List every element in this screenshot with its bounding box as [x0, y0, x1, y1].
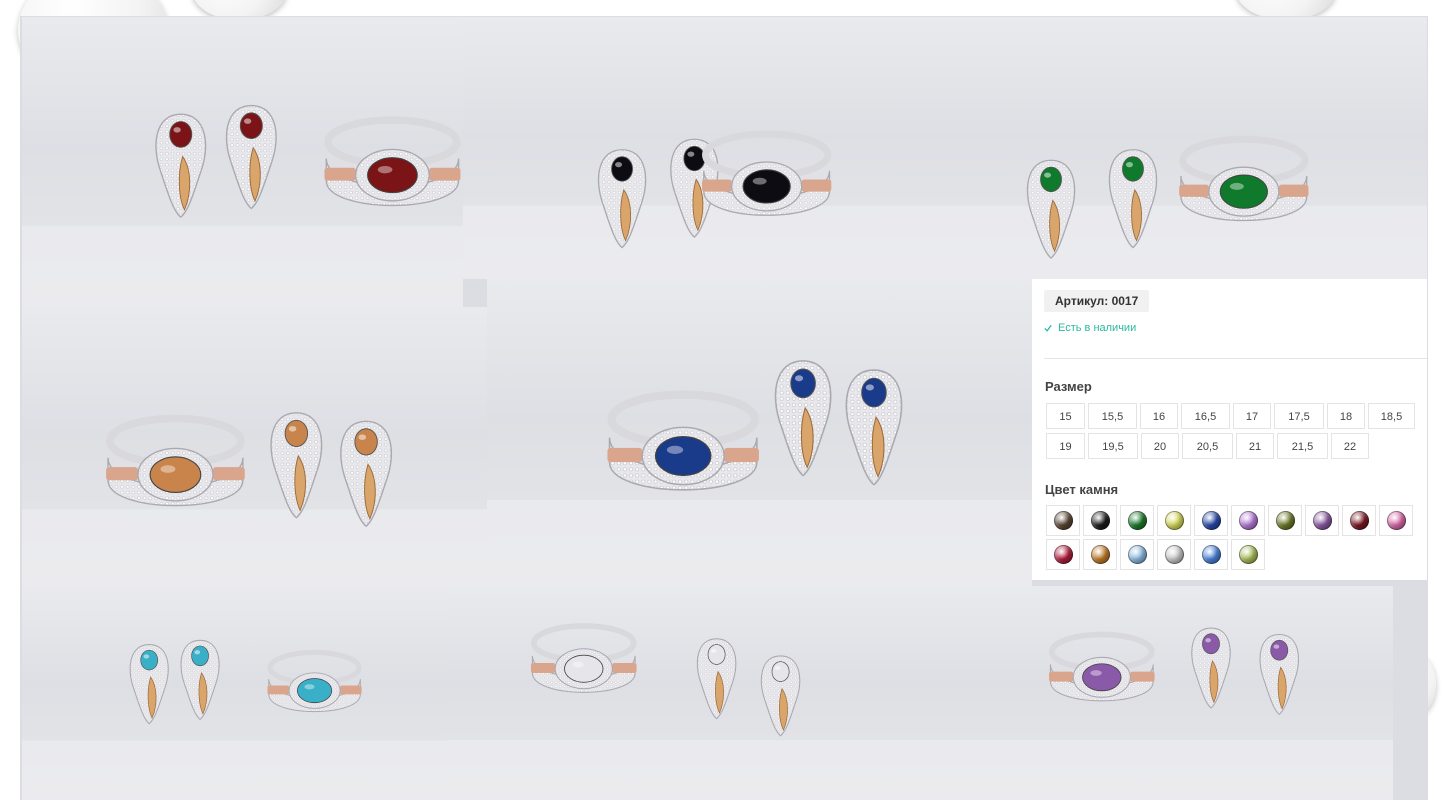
- earring: [225, 104, 277, 210]
- stock-label: Есть в наличии: [1058, 322, 1137, 334]
- ring: [267, 649, 362, 713]
- gem-icon: [1090, 545, 1110, 564]
- stone-color-swatch[interactable]: [1083, 505, 1117, 536]
- gem-icon: [1053, 545, 1073, 564]
- photo-emerald-set: [945, 17, 1427, 279]
- size-option[interactable]: 21,5: [1277, 433, 1328, 459]
- stone-color-swatch[interactable]: [1194, 505, 1228, 536]
- jewelry-illustration: [22, 639, 446, 800]
- gem-icon: [1238, 545, 1258, 564]
- size-option[interactable]: 20,5: [1182, 433, 1233, 459]
- earring: [129, 644, 169, 725]
- ring: [530, 623, 637, 693]
- size-option[interactable]: 15,5: [1088, 403, 1137, 429]
- earring: [155, 113, 207, 218]
- divider: [1044, 358, 1427, 359]
- stone-color-swatch[interactable]: [1157, 539, 1191, 570]
- size-option[interactable]: 17: [1233, 403, 1271, 429]
- gem-icon: [1127, 545, 1147, 564]
- size-option[interactable]: 17,5: [1274, 403, 1324, 429]
- stone-color-swatch[interactable]: [1083, 539, 1117, 570]
- size-option[interactable]: 20: [1141, 433, 1179, 459]
- size-option[interactable]: 15: [1046, 403, 1085, 429]
- photo-sapphire-set: [487, 279, 1032, 586]
- size-option[interactable]: 18,5: [1368, 403, 1415, 429]
- earring: [270, 412, 323, 519]
- size-option[interactable]: 21: [1236, 433, 1274, 459]
- check-icon: [1044, 324, 1052, 332]
- ring: [106, 414, 245, 507]
- product-options-panel: Артикул: 0017 Есть в наличии Размер 15 15…: [1032, 279, 1427, 580]
- earring: [696, 638, 737, 720]
- stone-color-swatch[interactable]: [1194, 539, 1228, 570]
- gem-icon: [1164, 545, 1184, 564]
- stone-color-selector: [1046, 505, 1426, 573]
- earring: [845, 369, 903, 486]
- stone-color-swatch[interactable]: [1342, 505, 1376, 536]
- jewelry-illustration: [446, 623, 938, 800]
- stone-color-swatch[interactable]: [1120, 539, 1154, 570]
- size-selector: 15 15,5 16 16,5 17 17,5 18 18,5 19 19,5 20 20,5 21 21…: [1046, 403, 1426, 463]
- size-option[interactable]: 19: [1046, 433, 1085, 459]
- gem-icon: [1164, 511, 1184, 530]
- ring: [324, 116, 461, 207]
- stone-color-swatch[interactable]: [1046, 539, 1080, 570]
- size-option[interactable]: 16: [1140, 403, 1178, 429]
- stone-color-swatch[interactable]: [1268, 505, 1302, 536]
- jewelry-illustration: [463, 130, 945, 279]
- jewelry-illustration: [22, 104, 463, 307]
- stone-color-swatch[interactable]: [1379, 505, 1413, 536]
- stone-color-swatch[interactable]: [1157, 505, 1191, 536]
- photo-black-set: [463, 17, 945, 279]
- jewelry-illustration: [945, 135, 1427, 279]
- gem-icon: [1201, 545, 1221, 564]
- article-number: Артикул: 0017: [1044, 290, 1150, 312]
- photo-white-set: [446, 586, 938, 800]
- stone-color-swatch[interactable]: [1046, 505, 1080, 536]
- gem-icon: [1127, 511, 1147, 530]
- size-option[interactable]: 16,5: [1181, 403, 1230, 429]
- stone-color-swatch[interactable]: [1231, 505, 1265, 536]
- earring: [1259, 633, 1300, 716]
- jewelry-illustration: [487, 360, 1032, 586]
- earring: [774, 360, 832, 477]
- gem-icon: [1090, 511, 1110, 530]
- jewelry-illustration: [22, 412, 487, 588]
- earring: [760, 655, 801, 737]
- earring: [1191, 627, 1231, 709]
- gem-icon: [1386, 511, 1406, 530]
- size-option[interactable]: 19,5: [1088, 433, 1138, 459]
- ring: [1049, 631, 1155, 702]
- ring: [1179, 135, 1309, 222]
- size-option[interactable]: 18: [1327, 403, 1365, 429]
- photo-citrine-set: [22, 307, 487, 588]
- earring: [180, 639, 220, 721]
- jewelry-illustration: [938, 627, 1393, 800]
- stock-status: Есть в наличии: [1044, 322, 1136, 334]
- stone-color-swatch[interactable]: [1120, 505, 1154, 536]
- photo-aquamarine-set: [22, 588, 446, 800]
- stone-color-swatch[interactable]: [1305, 505, 1339, 536]
- gem-icon: [1349, 511, 1369, 530]
- gem-icon: [1053, 511, 1073, 530]
- gem-icon: [1312, 511, 1332, 530]
- ring: [607, 390, 759, 491]
- stone-color-swatch[interactable]: [1231, 539, 1265, 570]
- photo-amethyst-set: [938, 586, 1393, 800]
- gem-icon: [1201, 511, 1221, 530]
- size-option[interactable]: 22: [1331, 433, 1369, 459]
- gem-icon: [1275, 511, 1295, 530]
- size-heading: Размер: [1045, 379, 1092, 394]
- gem-icon: [1238, 511, 1258, 530]
- photo-garnet-set: [22, 17, 463, 307]
- stone-color-heading: Цвет камня: [1045, 482, 1119, 497]
- ring: [702, 130, 832, 216]
